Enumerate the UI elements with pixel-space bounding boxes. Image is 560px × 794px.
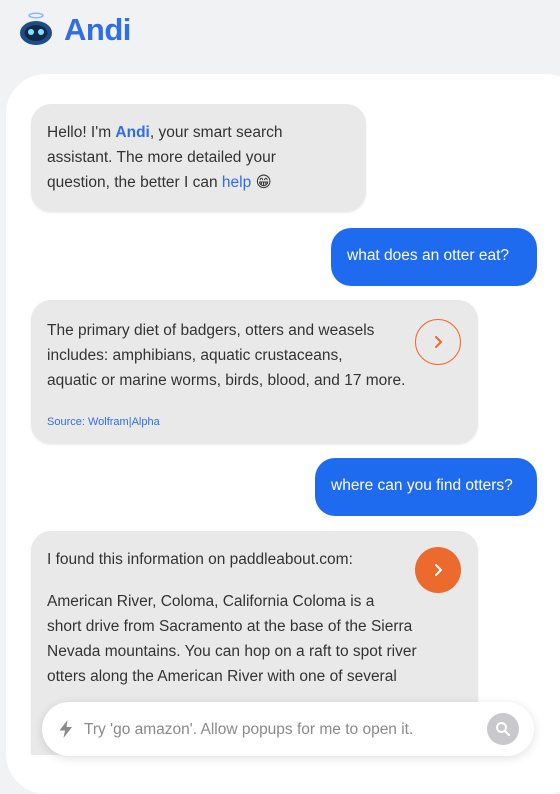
robot-logo-icon xyxy=(20,12,52,45)
search-button[interactable] xyxy=(487,713,519,745)
greeting-line-1: Hello! I'm Andi, your smart search xyxy=(47,124,283,141)
greeting-line-3: question, the better I can help 😁 xyxy=(47,174,272,191)
app-title: Andi xyxy=(64,12,131,47)
lightning-bolt-icon xyxy=(59,720,72,738)
search-icon xyxy=(496,722,510,736)
chevron-right-icon xyxy=(435,336,442,348)
chat-panel: Hello! I'm Andi, your smart search assis… xyxy=(6,74,560,794)
header: Andi xyxy=(0,0,560,70)
user-message: where can you find otters? xyxy=(315,458,537,516)
next-result-button[interactable] xyxy=(415,547,461,593)
answer-text: The primary diet of badgers, otters and … xyxy=(47,322,406,389)
greeting-line-2: assistant. The more detailed your xyxy=(47,149,276,166)
next-result-button[interactable] xyxy=(415,319,461,365)
user-message: what does an otter eat? xyxy=(331,228,537,286)
chat-log[interactable]: Hello! I'm Andi, your smart search assis… xyxy=(6,74,560,755)
bot-message-greeting: Hello! I'm Andi, your smart search assis… xyxy=(31,104,366,212)
query-bar xyxy=(42,702,534,756)
grin-emoji: 😁 xyxy=(255,174,272,191)
bot-message-answer: The primary diet of badgers, otters and … xyxy=(31,300,478,444)
answer-intro: I found this information on paddleabout.… xyxy=(47,551,353,568)
answer-text: American River, Coloma, California Colom… xyxy=(47,593,417,685)
chevron-right-icon xyxy=(435,564,442,576)
source-link[interactable]: Source: Wolfram|Alpha xyxy=(47,410,160,435)
andi-name: Andi xyxy=(115,124,150,141)
search-input[interactable] xyxy=(82,716,476,744)
help-link[interactable]: help xyxy=(222,174,251,191)
